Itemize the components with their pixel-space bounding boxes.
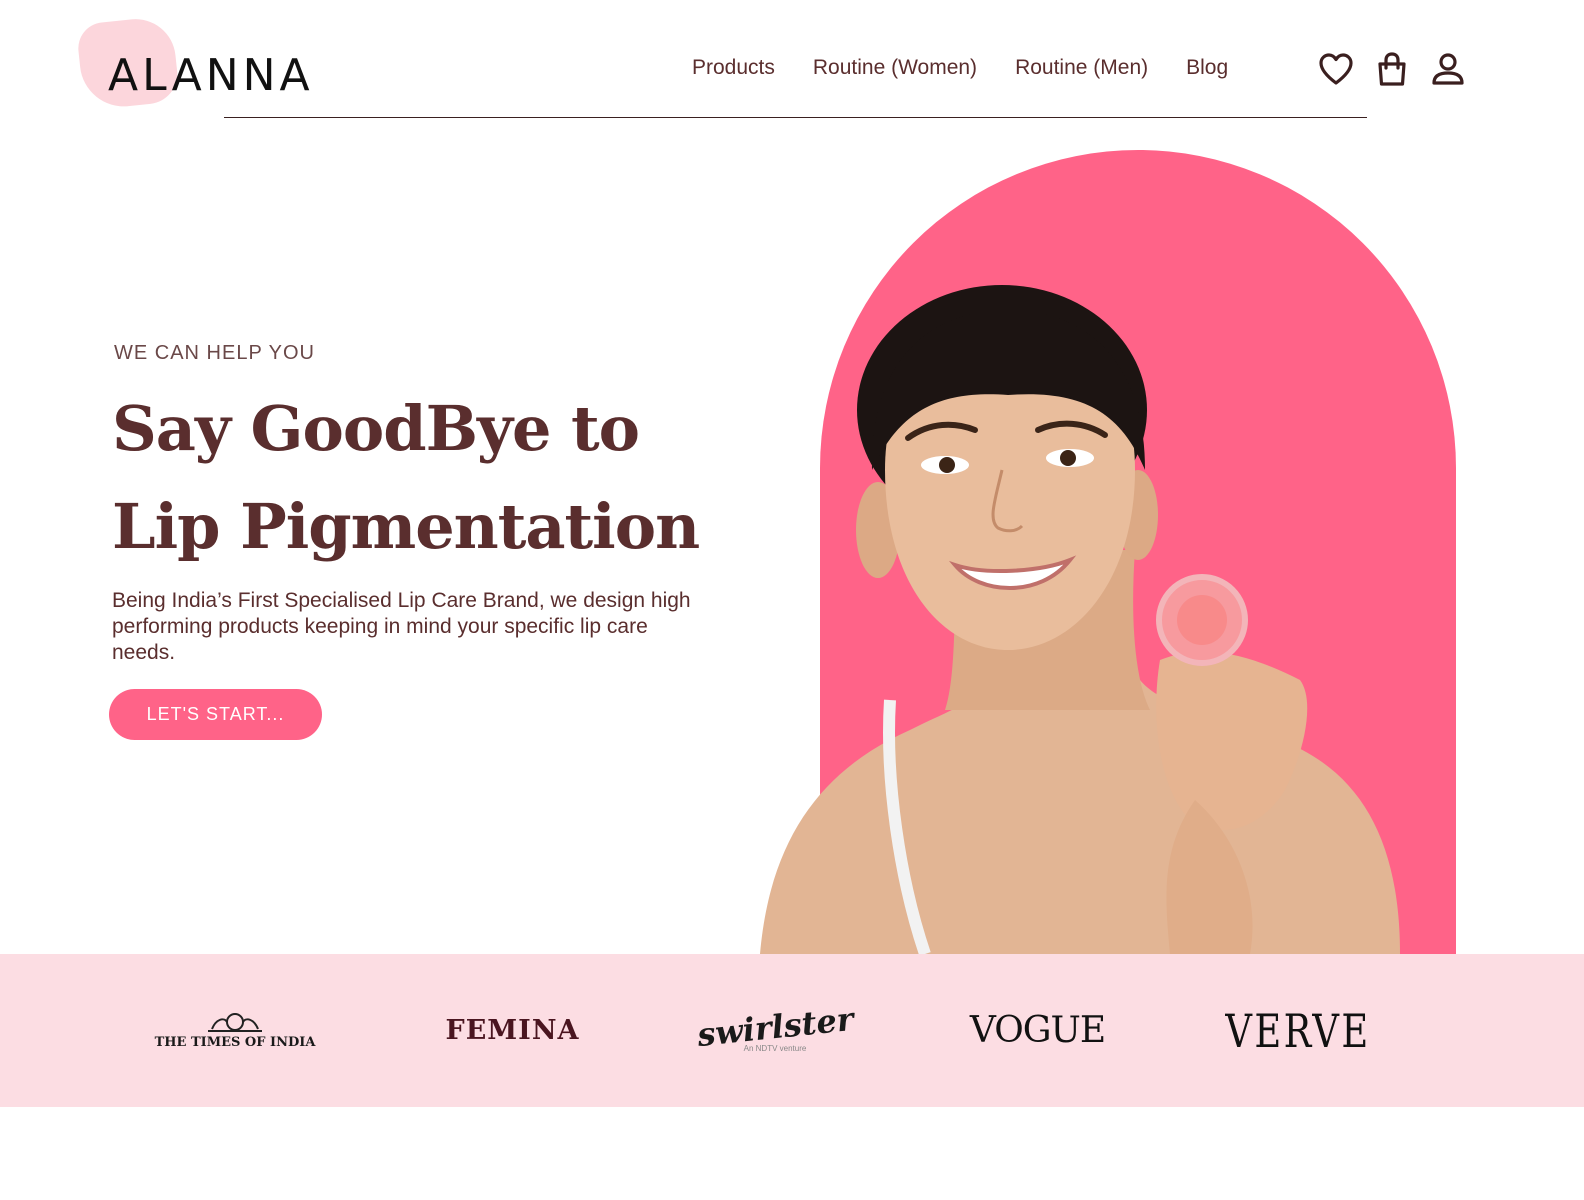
nav-link-products[interactable]: Products	[692, 56, 775, 80]
brand-name: ALANNA	[108, 50, 314, 101]
hero-visual	[740, 140, 1480, 954]
press-logo-times-of-india: THE TIMES OF INDIA	[150, 954, 320, 1107]
nav-link-routine-men[interactable]: Routine (Men)	[1015, 56, 1148, 80]
press-logo-vogue: VOGUE	[969, 1010, 1106, 1051]
press-logo-femina: FEMINA	[445, 1015, 580, 1046]
hero-eyebrow: WE CAN HELP YOU	[114, 342, 315, 364]
toi-emblem-icon	[208, 1013, 262, 1032]
hero-headline-line-2: Lip Pigmentation	[112, 490, 700, 563]
nav-link-routine-women[interactable]: Routine (Women)	[813, 56, 977, 80]
hero-headline: Say GoodBye to Lip Pigmentation	[112, 380, 700, 576]
heart-icon[interactable]	[1318, 50, 1354, 90]
header-icons	[1318, 50, 1466, 90]
lets-start-button[interactable]: LET'S START...	[109, 689, 322, 740]
press-logo-swirlster: swirlster An NDTV venture	[695, 954, 855, 1107]
press-logo-times-of-india-text: THE TIMES OF INDIA	[154, 1035, 316, 1050]
press-logo-verve: VERVE	[1225, 1003, 1371, 1058]
hero-description: Being India’s First Specialised Lip Care…	[112, 589, 691, 664]
user-icon[interactable]	[1430, 50, 1466, 90]
model-photo	[760, 285, 1400, 954]
shopping-bag-icon[interactable]	[1374, 50, 1410, 90]
hero-headline-line-1: Say GoodBye to	[112, 392, 640, 465]
press-logos-band: THE TIMES OF INDIA FEMINA swirlster An N…	[0, 954, 1584, 1107]
press-logo-swirlster-text: swirlster	[695, 999, 855, 1055]
brand-logo[interactable]: ALANNA	[75, 15, 320, 111]
header-divider	[224, 117, 1367, 118]
nav-link-blog[interactable]: Blog	[1186, 56, 1228, 80]
main-nav: Products Routine (Women) Routine (Men) B…	[692, 56, 1228, 80]
